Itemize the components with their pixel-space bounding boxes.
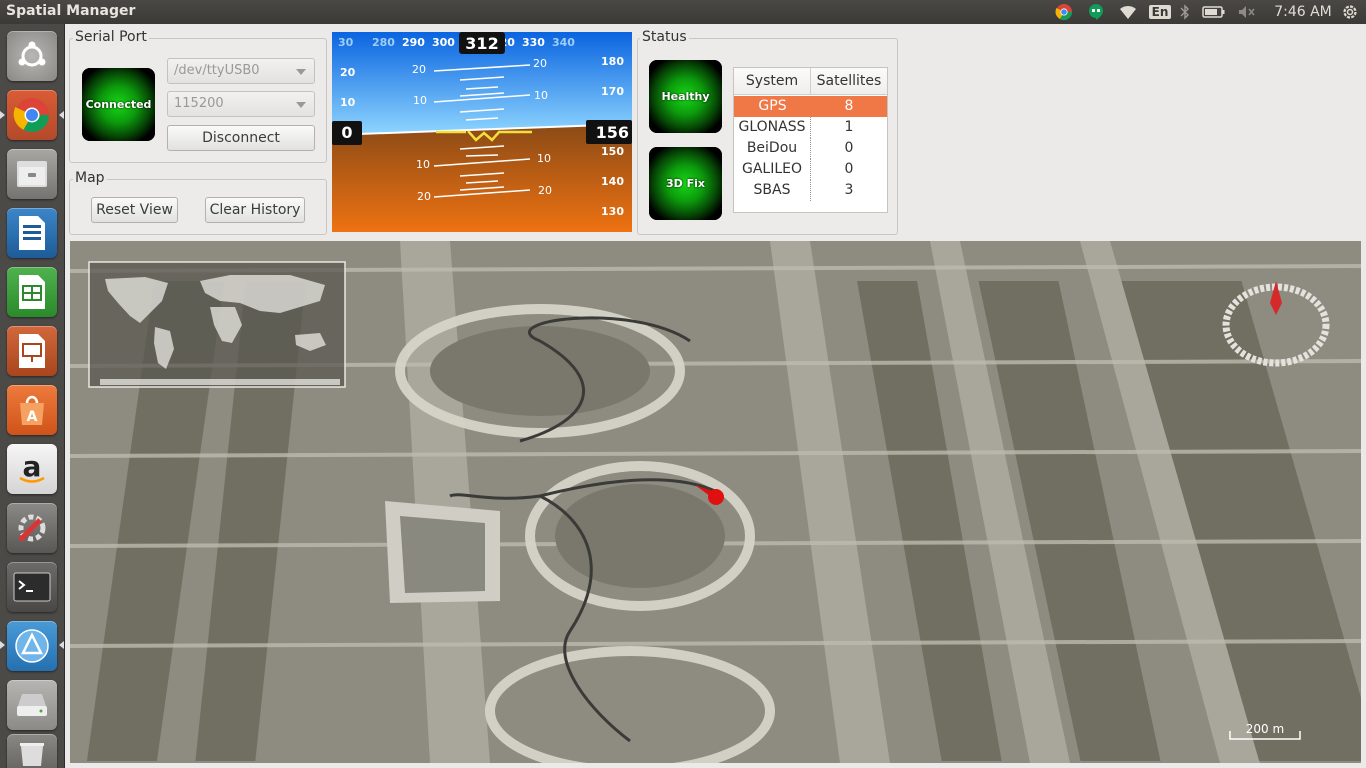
baud-rate-value: 115200 bbox=[174, 96, 224, 111]
top-panel: Spatial Manager En 7:46 AM bbox=[0, 0, 1366, 24]
battery-icon[interactable] bbox=[1200, 0, 1228, 24]
table-row[interactable]: GLONASS 1 bbox=[734, 117, 887, 138]
writer-icon[interactable] bbox=[7, 208, 57, 258]
altitude-tick-label: 150 bbox=[601, 145, 624, 158]
heading-tick-label: 290 bbox=[402, 36, 425, 49]
map-scale-label: 200 m bbox=[1246, 722, 1284, 736]
attitude-indicator: 20 20 10 10 10 10 20 20 30 280 290 300 3… bbox=[332, 32, 632, 232]
chrome-icon[interactable] bbox=[7, 90, 57, 140]
svg-text:a: a bbox=[23, 451, 42, 483]
heading-readout: 312 bbox=[465, 34, 498, 53]
chevron-down-icon bbox=[296, 102, 306, 108]
satellites-cell: 0 bbox=[844, 161, 854, 177]
running-indicator bbox=[0, 111, 5, 119]
satellites-cell: 3 bbox=[844, 182, 854, 198]
trash-icon[interactable] bbox=[7, 734, 57, 768]
serial-port-select[interactable]: /dev/ttyUSB0 bbox=[167, 58, 315, 84]
window-title: Spatial Manager bbox=[6, 3, 136, 19]
fix-status-led: 3D Fix bbox=[649, 147, 722, 220]
satellites-cell: 8 bbox=[844, 98, 854, 114]
heading-tick-label: 280 bbox=[372, 36, 395, 49]
system-cell: GPS bbox=[758, 98, 787, 114]
altitude-tick-label: 140 bbox=[601, 175, 624, 188]
satellites-table[interactable]: System Satellites GPS 8 GLONASS 1 BeiDou… bbox=[733, 67, 888, 213]
clock[interactable]: 7:46 AM bbox=[1268, 0, 1338, 24]
session-gear-icon[interactable] bbox=[1338, 0, 1362, 24]
serial-port-value: /dev/ttyUSB0 bbox=[174, 63, 260, 78]
amazon-icon[interactable]: a bbox=[7, 444, 57, 494]
heading-tick-label: 330 bbox=[522, 36, 545, 49]
satellites-cell: 1 bbox=[844, 119, 854, 135]
system-cell: GLONASS bbox=[734, 117, 811, 138]
overview-minimap[interactable] bbox=[88, 261, 346, 388]
satellite-map-view[interactable]: 200 m bbox=[70, 241, 1361, 763]
table-row[interactable]: SBAS 3 bbox=[734, 180, 887, 201]
terminal-icon[interactable] bbox=[7, 562, 57, 612]
baud-rate-select[interactable]: 115200 bbox=[167, 91, 315, 117]
speed-tick-label: 20 bbox=[340, 66, 356, 79]
focused-indicator bbox=[59, 111, 64, 119]
system-cell: GALILEO bbox=[734, 159, 811, 180]
health-status-led: Healthy bbox=[649, 60, 722, 133]
keyboard-layout-indicator[interactable]: En bbox=[1148, 0, 1172, 24]
launcher: A a bbox=[0, 24, 65, 768]
altitude-tick-label: 180 bbox=[601, 55, 624, 68]
health-status-label: Healthy bbox=[661, 90, 710, 103]
volume-muted-icon[interactable] bbox=[1236, 0, 1258, 24]
disk-icon[interactable] bbox=[7, 680, 57, 730]
table-row[interactable]: BeiDou 0 bbox=[734, 138, 887, 159]
connection-status-led: Connected bbox=[82, 68, 155, 141]
pitch-label: 20 bbox=[412, 63, 426, 76]
keyboard-layout-label: En bbox=[1148, 5, 1172, 19]
fix-status-label: 3D Fix bbox=[666, 177, 705, 190]
chrome-tray-icon[interactable] bbox=[1053, 0, 1075, 24]
pitch-label: 10 bbox=[416, 158, 430, 171]
speed-tick-label: 10 bbox=[340, 96, 356, 109]
clear-history-button[interactable]: Clear History bbox=[205, 197, 305, 223]
pitch-label: 20 bbox=[533, 57, 547, 70]
satellites-cell: 0 bbox=[844, 140, 854, 156]
system-cell: SBAS bbox=[734, 180, 811, 201]
connection-status-label: Connected bbox=[85, 98, 152, 111]
serial-port-title: Serial Port bbox=[73, 29, 149, 45]
running-indicator bbox=[59, 641, 64, 649]
system-cell: BeiDou bbox=[734, 138, 811, 159]
disconnect-button[interactable]: Disconnect bbox=[167, 125, 315, 151]
svg-text:A: A bbox=[27, 409, 38, 425]
aerial-imagery: 200 m bbox=[70, 241, 1361, 763]
pitch-label: 10 bbox=[534, 89, 548, 102]
bluetooth-icon[interactable] bbox=[1177, 0, 1193, 24]
altitude-tick-label: 170 bbox=[601, 85, 624, 98]
column-header-satellites[interactable]: Satellites bbox=[811, 68, 887, 95]
column-header-system[interactable]: System bbox=[734, 68, 811, 95]
system-settings-icon[interactable] bbox=[7, 503, 57, 553]
running-indicator bbox=[0, 641, 5, 649]
calc-icon[interactable] bbox=[7, 267, 57, 317]
impress-icon[interactable] bbox=[7, 326, 57, 376]
altitude-readout: 156 bbox=[596, 123, 629, 142]
heading-tick-label: 300 bbox=[432, 36, 455, 49]
pitch-label: 20 bbox=[417, 190, 431, 203]
altitude-tick-label: 130 bbox=[601, 205, 624, 218]
status-title: Status bbox=[640, 29, 689, 45]
wifi-icon[interactable] bbox=[1116, 0, 1140, 24]
pitch-label: 10 bbox=[413, 94, 427, 107]
heading-tick-label: 340 bbox=[552, 36, 575, 49]
software-center-icon[interactable]: A bbox=[7, 385, 57, 435]
table-row[interactable]: GPS 8 bbox=[734, 96, 887, 117]
speed-readout: 0 bbox=[341, 123, 352, 142]
reset-view-button[interactable]: Reset View bbox=[91, 197, 178, 223]
remmina-icon[interactable] bbox=[7, 621, 57, 671]
hangouts-icon[interactable] bbox=[1085, 0, 1107, 24]
pitch-label: 20 bbox=[538, 184, 552, 197]
chevron-down-icon bbox=[296, 69, 306, 75]
table-row[interactable]: GALILEO 0 bbox=[734, 159, 887, 180]
heading-tick-label: 30 bbox=[338, 36, 354, 49]
pitch-label: 10 bbox=[537, 152, 551, 165]
map-group-title: Map bbox=[73, 170, 107, 186]
files-icon[interactable] bbox=[7, 149, 57, 199]
dash-icon[interactable] bbox=[7, 31, 57, 81]
